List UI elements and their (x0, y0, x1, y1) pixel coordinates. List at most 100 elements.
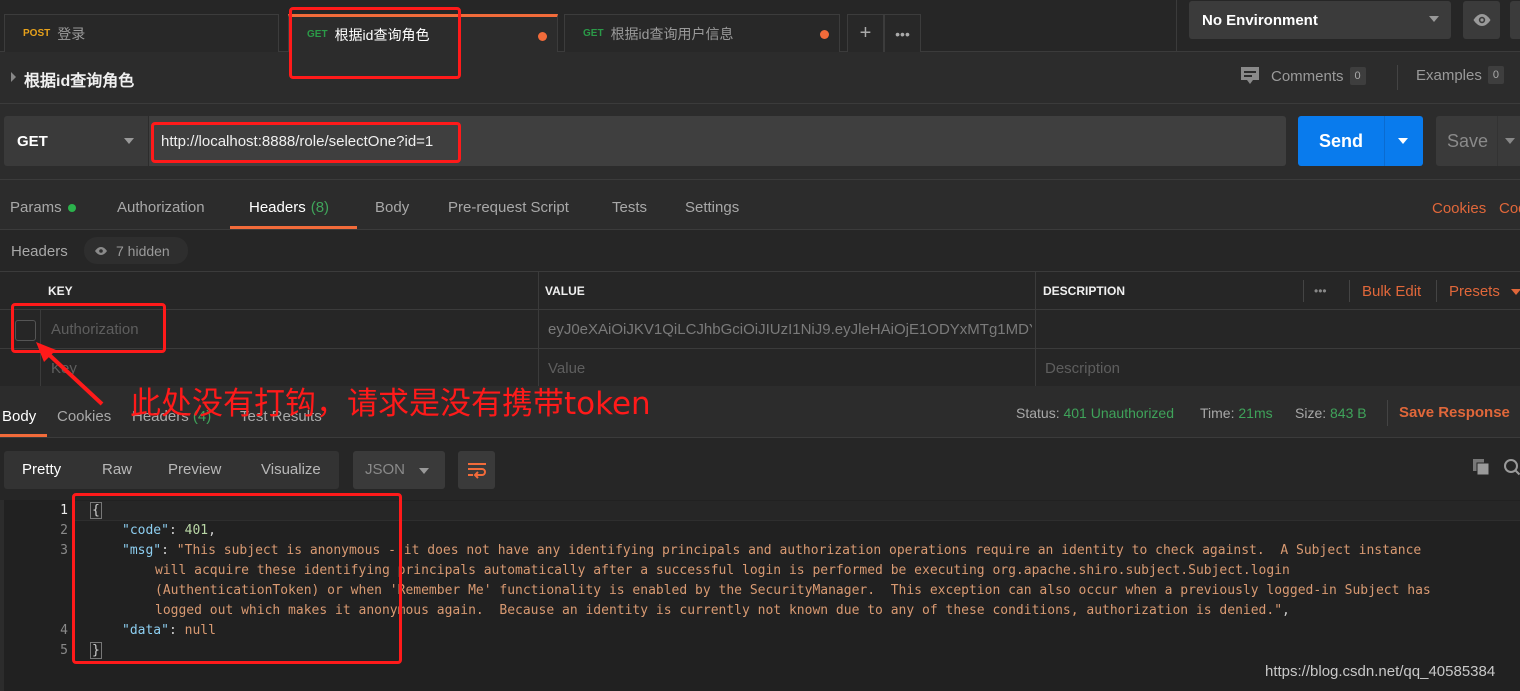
annotation-box-body (72, 493, 402, 664)
line-number: 2 (60, 523, 68, 538)
tab-label: Headers (249, 199, 306, 216)
divider (1349, 280, 1350, 302)
environment-select[interactable]: No Environment (1189, 1, 1451, 39)
column-value: VALUE (545, 284, 585, 298)
tab-query-user[interactable]: GET 根据id查询用户信息 (564, 14, 840, 52)
size-label: Size: (1295, 405, 1327, 421)
headers-subheader: Headers 7 hidden (0, 230, 1520, 271)
tab-label: Params (10, 199, 62, 216)
tab-settings[interactable]: Settings (685, 199, 739, 216)
divider (1397, 65, 1398, 90)
table-row: Authorization eyJ0eXAiOiJKV1QiLCJhbGciOi… (0, 310, 1520, 349)
headers-label: Headers (11, 243, 68, 260)
comments-count: 0 (1349, 67, 1366, 85)
tab-label: Authorization (117, 199, 205, 216)
view-raw[interactable]: Raw (102, 461, 132, 478)
save-button[interactable]: Save (1436, 116, 1520, 166)
request-title[interactable]: 根据id查询角色 (24, 67, 134, 91)
column-description: DESCRIPTION (1043, 284, 1126, 298)
tab-label: Body (375, 199, 410, 216)
examples-count: 0 (1487, 66, 1504, 84)
environment-label: No Environment (1202, 11, 1318, 29)
active-tab-indicator (230, 226, 357, 229)
caret-right-icon[interactable] (11, 72, 16, 82)
annotation-box-tab (289, 7, 461, 79)
active-tab-indicator (0, 434, 47, 437)
line-number: 1 (60, 503, 68, 518)
tab-tests[interactable]: Tests (612, 199, 647, 216)
comments-label: Comments (1271, 67, 1344, 85)
environment-quick-look-button[interactable] (1463, 1, 1500, 39)
table-header-row: KEY VALUE DESCRIPTION ••• Bulk Edit Pres… (0, 272, 1520, 310)
divider (1384, 116, 1385, 166)
presets-dropdown[interactable]: Presets (1449, 272, 1500, 310)
ellipsis-icon: ••• (895, 25, 910, 42)
presets-chevron-icon (1511, 289, 1520, 295)
headers-table: KEY VALUE DESCRIPTION ••• Bulk Edit Pres… (0, 271, 1520, 387)
examples-label: Examples (1416, 66, 1482, 84)
format-label: JSON (365, 461, 406, 478)
tab-method: POST (23, 28, 51, 39)
params-indicator-icon (67, 203, 76, 212)
send-options-chevron-icon[interactable] (1398, 138, 1408, 144)
examples-button[interactable]: Examples 0 (1416, 66, 1504, 84)
line-number: 4 (60, 623, 68, 638)
settings-button[interactable] (1510, 1, 1520, 39)
hidden-count: 7 hidden (116, 242, 170, 259)
method-select[interactable]: GET (4, 116, 148, 166)
header-description[interactable] (1045, 310, 1515, 348)
tab-label: 登录 (57, 25, 86, 42)
copy-icon[interactable] (1472, 458, 1490, 476)
chevron-down-icon (1429, 16, 1439, 22)
description-input[interactable]: Description (1045, 349, 1120, 387)
divider (1497, 116, 1498, 166)
chevron-down-icon (124, 138, 134, 144)
save-options-chevron-icon[interactable] (1505, 138, 1515, 144)
wrap-lines-button[interactable] (458, 451, 495, 489)
hidden-headers-toggle[interactable]: 7 hidden (84, 237, 188, 264)
plus-icon: + (859, 22, 872, 44)
environment-bar: No Environment (1176, 0, 1520, 52)
divider (1303, 280, 1304, 302)
divider (1387, 400, 1388, 426)
save-response-button[interactable]: Save Response (1399, 404, 1510, 421)
response-tab-cookies[interactable]: Cookies (57, 408, 111, 425)
view-preview[interactable]: Preview (168, 461, 221, 478)
send-label: Send (1318, 130, 1363, 151)
send-button[interactable]: Send (1298, 116, 1423, 166)
request-tabs: Params Authorization Headers (8) Body Pr… (0, 180, 1520, 230)
table-more-icon[interactable]: ••• (1314, 272, 1327, 310)
code-link[interactable]: Code (1499, 200, 1520, 217)
line-number: 3 (60, 543, 68, 558)
view-mode-segmented-control: Pretty Raw Preview Visualize (4, 451, 339, 489)
tab-authorization[interactable]: Authorization (117, 199, 205, 216)
bulk-edit-link[interactable]: Bulk Edit (1362, 272, 1421, 310)
comments-button[interactable]: Comments 0 (1240, 66, 1366, 86)
search-icon[interactable] (1503, 458, 1520, 476)
time-readout: Time: 21ms (1200, 405, 1273, 421)
view-visualize[interactable]: Visualize (261, 461, 321, 478)
tab-body[interactable]: Body (375, 199, 409, 216)
comment-icon (1241, 67, 1259, 84)
tab-more-button[interactable]: ••• (884, 14, 921, 52)
tab-headers[interactable]: Headers (8) (249, 199, 329, 216)
tab-label: 根据id查询用户信息 (610, 25, 734, 42)
size-value: 843 B (1330, 405, 1367, 421)
new-tab-button[interactable]: + (847, 14, 884, 52)
unsaved-dot-icon (538, 32, 547, 41)
headers-count: (8) (310, 199, 330, 216)
response-tab-body[interactable]: Body (2, 408, 36, 425)
view-pretty[interactable]: Pretty (22, 461, 61, 478)
chevron-down-icon (419, 468, 429, 474)
header-value[interactable]: eyJ0eXAiOiJKV1QiLCJhbGciOiJIUzI1NiJ9.eyJ… (548, 310, 1032, 348)
format-select[interactable]: JSON (353, 451, 445, 489)
divider (1436, 280, 1437, 302)
tab-params[interactable]: Params (10, 199, 76, 216)
eye-icon (95, 246, 107, 255)
tab-login[interactable]: POST 登录 (4, 14, 279, 52)
method-label: GET (17, 132, 48, 150)
unsaved-dot-icon (820, 30, 829, 39)
tab-pre-request-script[interactable]: Pre-request Script (448, 199, 569, 216)
postman-window: POST 登录 GET 根据id查询角色 GET 根据id查询用户信息 + ••… (0, 0, 1520, 691)
cookies-link[interactable]: Cookies (1432, 200, 1486, 217)
